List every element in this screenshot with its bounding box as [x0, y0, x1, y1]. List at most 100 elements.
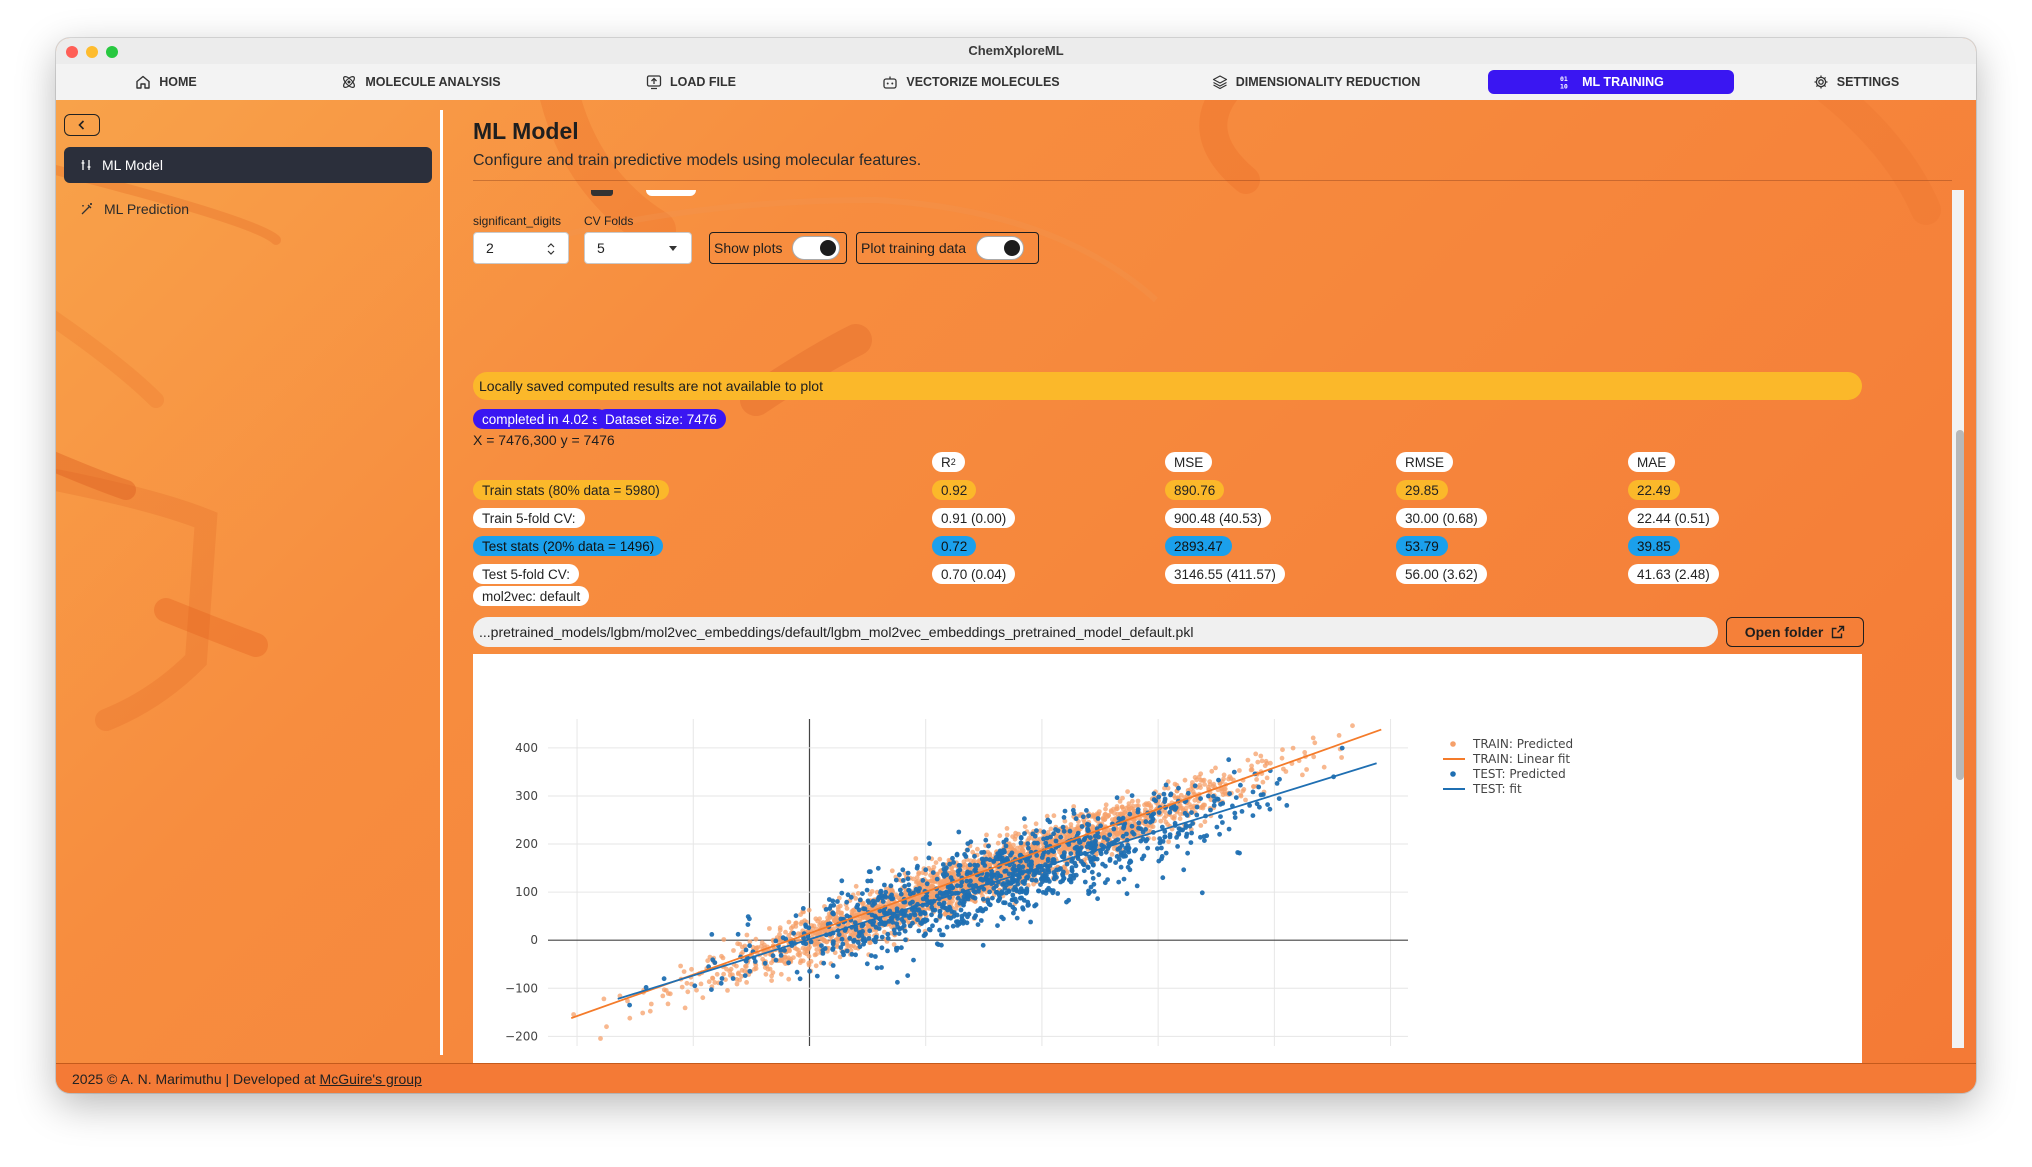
test-point — [807, 968, 812, 974]
train-point — [1108, 809, 1114, 815]
test-point — [819, 943, 824, 948]
test-point — [1250, 813, 1256, 818]
test-point — [1162, 799, 1167, 805]
test-point — [1167, 809, 1173, 815]
test-point — [1113, 860, 1118, 865]
test-point — [991, 859, 996, 864]
sidebar-item-ml-model[interactable]: ML Model — [64, 147, 432, 183]
train-point — [721, 937, 727, 942]
train-point — [734, 981, 740, 987]
close-window-button[interactable] — [66, 46, 78, 58]
train-point — [1109, 852, 1115, 857]
wand-icon — [81, 203, 92, 215]
test-point — [794, 969, 800, 975]
test-point — [916, 928, 922, 934]
plot-training-data-toggle[interactable]: Plot training data — [856, 232, 1039, 264]
external-link-icon — [1832, 625, 1845, 639]
train-point — [665, 1001, 671, 1007]
stepper-icon[interactable] — [546, 242, 556, 256]
footer-group-link[interactable]: McGuire's group — [320, 1071, 422, 1087]
test-point — [821, 960, 827, 966]
test-point — [844, 899, 850, 905]
significant-digits-input[interactable]: 2 — [473, 232, 569, 264]
test-cv-mse: 3146.55 (411.57) — [1165, 564, 1285, 584]
cv-folds-select[interactable]: 5 — [584, 232, 692, 264]
train-point — [700, 995, 706, 1001]
sidebar-item-label: ML Model — [102, 157, 163, 173]
test-point — [1024, 875, 1030, 881]
train-point — [1300, 772, 1305, 778]
test-point — [897, 872, 902, 878]
test-point — [1232, 810, 1238, 816]
show-plots-toggle[interactable]: Show plots — [709, 232, 847, 264]
train-point — [802, 918, 807, 924]
train-point — [767, 926, 772, 931]
test-point — [957, 863, 963, 868]
show-plots-switch[interactable] — [792, 236, 841, 260]
data-shape-text: X = 7476,300 y = 7476 — [473, 432, 615, 448]
plot-training-data-switch[interactable] — [976, 236, 1025, 260]
test-point — [1167, 834, 1173, 840]
train-point — [598, 1036, 603, 1041]
train-point — [803, 946, 808, 952]
scrollbar-thumb[interactable] — [1956, 430, 1964, 780]
tab-dimensionality-reduction[interactable]: DIMENSIONALITY REDUCTION — [1201, 70, 1431, 94]
open-folder-button[interactable]: Open folder — [1726, 617, 1864, 647]
test-point — [844, 948, 850, 954]
zoom-window-button[interactable] — [106, 46, 118, 58]
header-r2-label: R — [941, 454, 951, 470]
test-point — [1185, 790, 1191, 796]
train-point — [1010, 834, 1015, 839]
test-point — [831, 902, 837, 908]
train-point — [714, 971, 720, 977]
test-point — [981, 886, 987, 892]
test-fit-line — [617, 762, 1377, 1000]
parity-plot[interactable]: −200−1000100200300400500−200−10001002003… — [473, 654, 1862, 1063]
test-point — [692, 983, 698, 989]
test-point — [980, 907, 986, 913]
test-point — [1073, 816, 1079, 822]
tab-molecule-analysis[interactable]: MOLECULE ANALYSIS — [336, 70, 506, 94]
test-point — [875, 865, 881, 871]
test-point — [1129, 793, 1135, 798]
test-point — [873, 939, 878, 945]
test-point — [841, 952, 846, 958]
train-point — [627, 1015, 633, 1021]
minimize-window-button[interactable] — [86, 46, 98, 58]
test-point — [1014, 915, 1020, 921]
tab-ml-training[interactable]: 01 10 ML TRAINING — [1488, 70, 1734, 94]
test-point — [1125, 842, 1131, 848]
test-point — [860, 929, 865, 934]
test-point — [1020, 905, 1025, 911]
tab-settings-label: SETTINGS — [1836, 75, 1900, 89]
chevron-left-icon — [78, 120, 85, 130]
train-point — [1260, 779, 1266, 785]
test-point — [742, 973, 748, 978]
tab-settings[interactable]: SETTINGS — [1806, 70, 1906, 94]
back-button[interactable] — [64, 114, 100, 136]
model-path-field[interactable]: ...pretrained_models/lgbm/mol2vec_embedd… — [473, 617, 1718, 647]
test-point — [1276, 796, 1282, 801]
tab-home[interactable]: HOME — [126, 70, 206, 94]
test-point — [1274, 781, 1280, 786]
tab-load-file[interactable]: LOAD FILE — [636, 70, 746, 94]
test-point — [951, 860, 956, 865]
train-point — [786, 919, 792, 925]
scatter-chart[interactable]: −200−1000100200300400500−200−10001002003… — [473, 654, 1862, 1063]
train-point — [860, 915, 866, 921]
test-point — [873, 954, 878, 959]
sidebar-item-ml-prediction[interactable]: ML Prediction — [64, 191, 432, 227]
train-point — [790, 924, 796, 929]
test-point — [893, 877, 899, 883]
train-point — [1182, 777, 1188, 783]
test-point — [944, 872, 950, 878]
train-point — [786, 976, 792, 982]
tab-vectorize-molecules[interactable]: VECTORIZE MOLECULES — [876, 70, 1066, 94]
test-point — [1121, 854, 1126, 859]
test-point — [920, 878, 926, 883]
test-cv-r2: 0.70 (0.04) — [932, 564, 1016, 584]
test-point — [986, 843, 991, 849]
test-point — [845, 892, 851, 898]
significant-digits-label: significant_digits — [473, 214, 562, 228]
train-point — [1226, 776, 1231, 782]
